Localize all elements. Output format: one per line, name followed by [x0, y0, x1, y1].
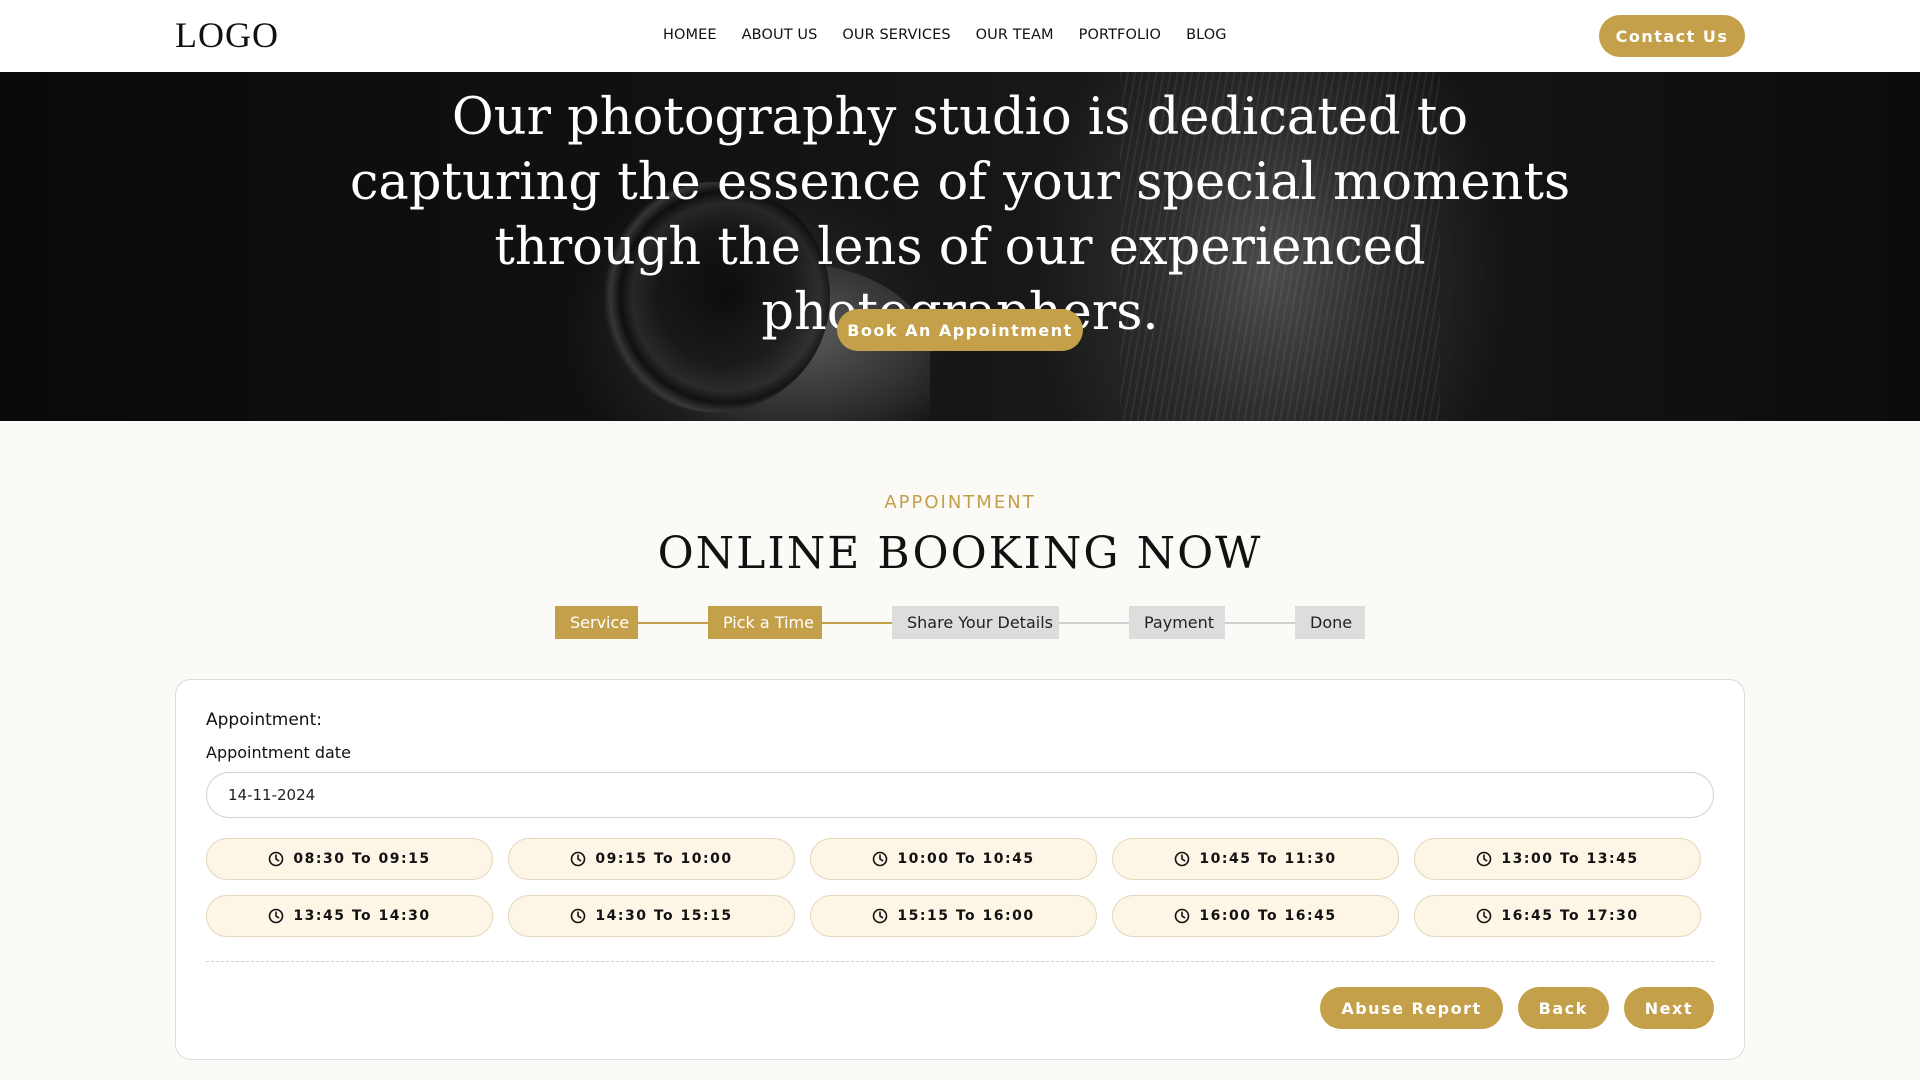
- step-connector: [1225, 622, 1295, 624]
- step-connector: [638, 622, 708, 624]
- nav-item-blog[interactable]: BLOG: [1186, 27, 1227, 43]
- main-nav: HOMEE ABOUT US OUR SERVICES OUR TEAM POR…: [663, 27, 1227, 43]
- time-slot-label: 09:15 To 10:00: [595, 851, 733, 867]
- section-title: ONLINE BOOKING NOW: [657, 528, 1263, 579]
- time-slot[interactable]: 10:00 To 10:45: [810, 838, 1097, 880]
- hero-headline: Our photography studio is dedicated to c…: [349, 88, 1571, 342]
- step-connector: [822, 622, 892, 624]
- time-slot[interactable]: 14:30 To 15:15: [508, 895, 795, 937]
- abuse-report-button[interactable]: Abuse Report: [1320, 987, 1503, 1029]
- time-slot-label: 14:30 To 15:15: [595, 908, 733, 924]
- clock-icon: [571, 851, 586, 867]
- appointment-heading: Appointment:: [206, 710, 322, 730]
- clock-icon: [1477, 908, 1492, 924]
- time-slot-grid: 08:30 To 09:15 09:15 To 10:00 10:00 To 1…: [206, 838, 1714, 937]
- time-slot[interactable]: 09:15 To 10:00: [508, 838, 795, 880]
- nav-item-our-services[interactable]: OUR SERVICES: [842, 27, 950, 43]
- time-slot[interactable]: 13:45 To 14:30: [206, 895, 493, 937]
- time-slot[interactable]: 10:45 To 11:30: [1112, 838, 1399, 880]
- book-appointment-button[interactable]: Book An Appointment: [837, 309, 1083, 351]
- time-slot[interactable]: 16:00 To 16:45: [1112, 895, 1399, 937]
- time-slot-label: 13:45 To 14:30: [293, 908, 431, 924]
- card-actions: Abuse Report Back Next: [1320, 987, 1714, 1029]
- card-divider: [206, 961, 1714, 962]
- time-slot[interactable]: 15:15 To 16:00: [810, 895, 1097, 937]
- logo[interactable]: LOGO: [175, 14, 279, 56]
- step-service[interactable]: Service: [555, 606, 638, 639]
- time-slot-label: 16:45 To 17:30: [1501, 908, 1639, 924]
- step-connector: [1059, 622, 1129, 624]
- back-button[interactable]: Back: [1517, 987, 1609, 1029]
- nav-item-portfolio[interactable]: PORTFOLIO: [1079, 27, 1161, 43]
- step-done[interactable]: Done: [1295, 606, 1365, 639]
- time-slot[interactable]: 16:45 To 17:30: [1414, 895, 1701, 937]
- clock-icon: [873, 908, 888, 924]
- time-slot-label: 15:15 To 16:00: [897, 908, 1035, 924]
- nav-item-our-team[interactable]: OUR TEAM: [976, 27, 1054, 43]
- time-slot[interactable]: 13:00 To 13:45: [1414, 838, 1701, 880]
- time-slot-label: 10:00 To 10:45: [897, 851, 1035, 867]
- section-eyebrow: APPOINTMENT: [884, 492, 1036, 513]
- next-button[interactable]: Next: [1623, 987, 1714, 1029]
- appointment-date-label: Appointment date: [206, 743, 351, 762]
- site-header: LOGO HOMEE ABOUT US OUR SERVICES OUR TEA…: [0, 0, 1920, 72]
- time-slot[interactable]: 08:30 To 09:15: [206, 838, 493, 880]
- clock-icon: [269, 851, 284, 867]
- clock-icon: [1175, 851, 1190, 867]
- step-pick-a-time[interactable]: Pick a Time: [708, 606, 822, 639]
- clock-icon: [571, 908, 586, 924]
- time-slot-label: 13:00 To 13:45: [1501, 851, 1639, 867]
- nav-item-about-us[interactable]: ABOUT US: [742, 27, 818, 43]
- clock-icon: [873, 851, 888, 867]
- time-slot-label: 16:00 To 16:45: [1199, 908, 1337, 924]
- clock-icon: [1477, 851, 1492, 867]
- contact-us-button[interactable]: Contact Us: [1599, 15, 1745, 57]
- appointment-card: Appointment: Appointment date 08:30 To 0…: [175, 679, 1745, 1060]
- time-slot-label: 10:45 To 11:30: [1199, 851, 1337, 867]
- clock-icon: [269, 908, 284, 924]
- step-share-your-details[interactable]: Share Your Details: [892, 606, 1059, 639]
- clock-icon: [1175, 908, 1190, 924]
- time-slot-label: 08:30 To 09:15: [293, 851, 431, 867]
- step-payment[interactable]: Payment: [1129, 606, 1225, 639]
- nav-item-home[interactable]: HOMEE: [663, 27, 717, 43]
- appointment-date-input[interactable]: [206, 772, 1714, 818]
